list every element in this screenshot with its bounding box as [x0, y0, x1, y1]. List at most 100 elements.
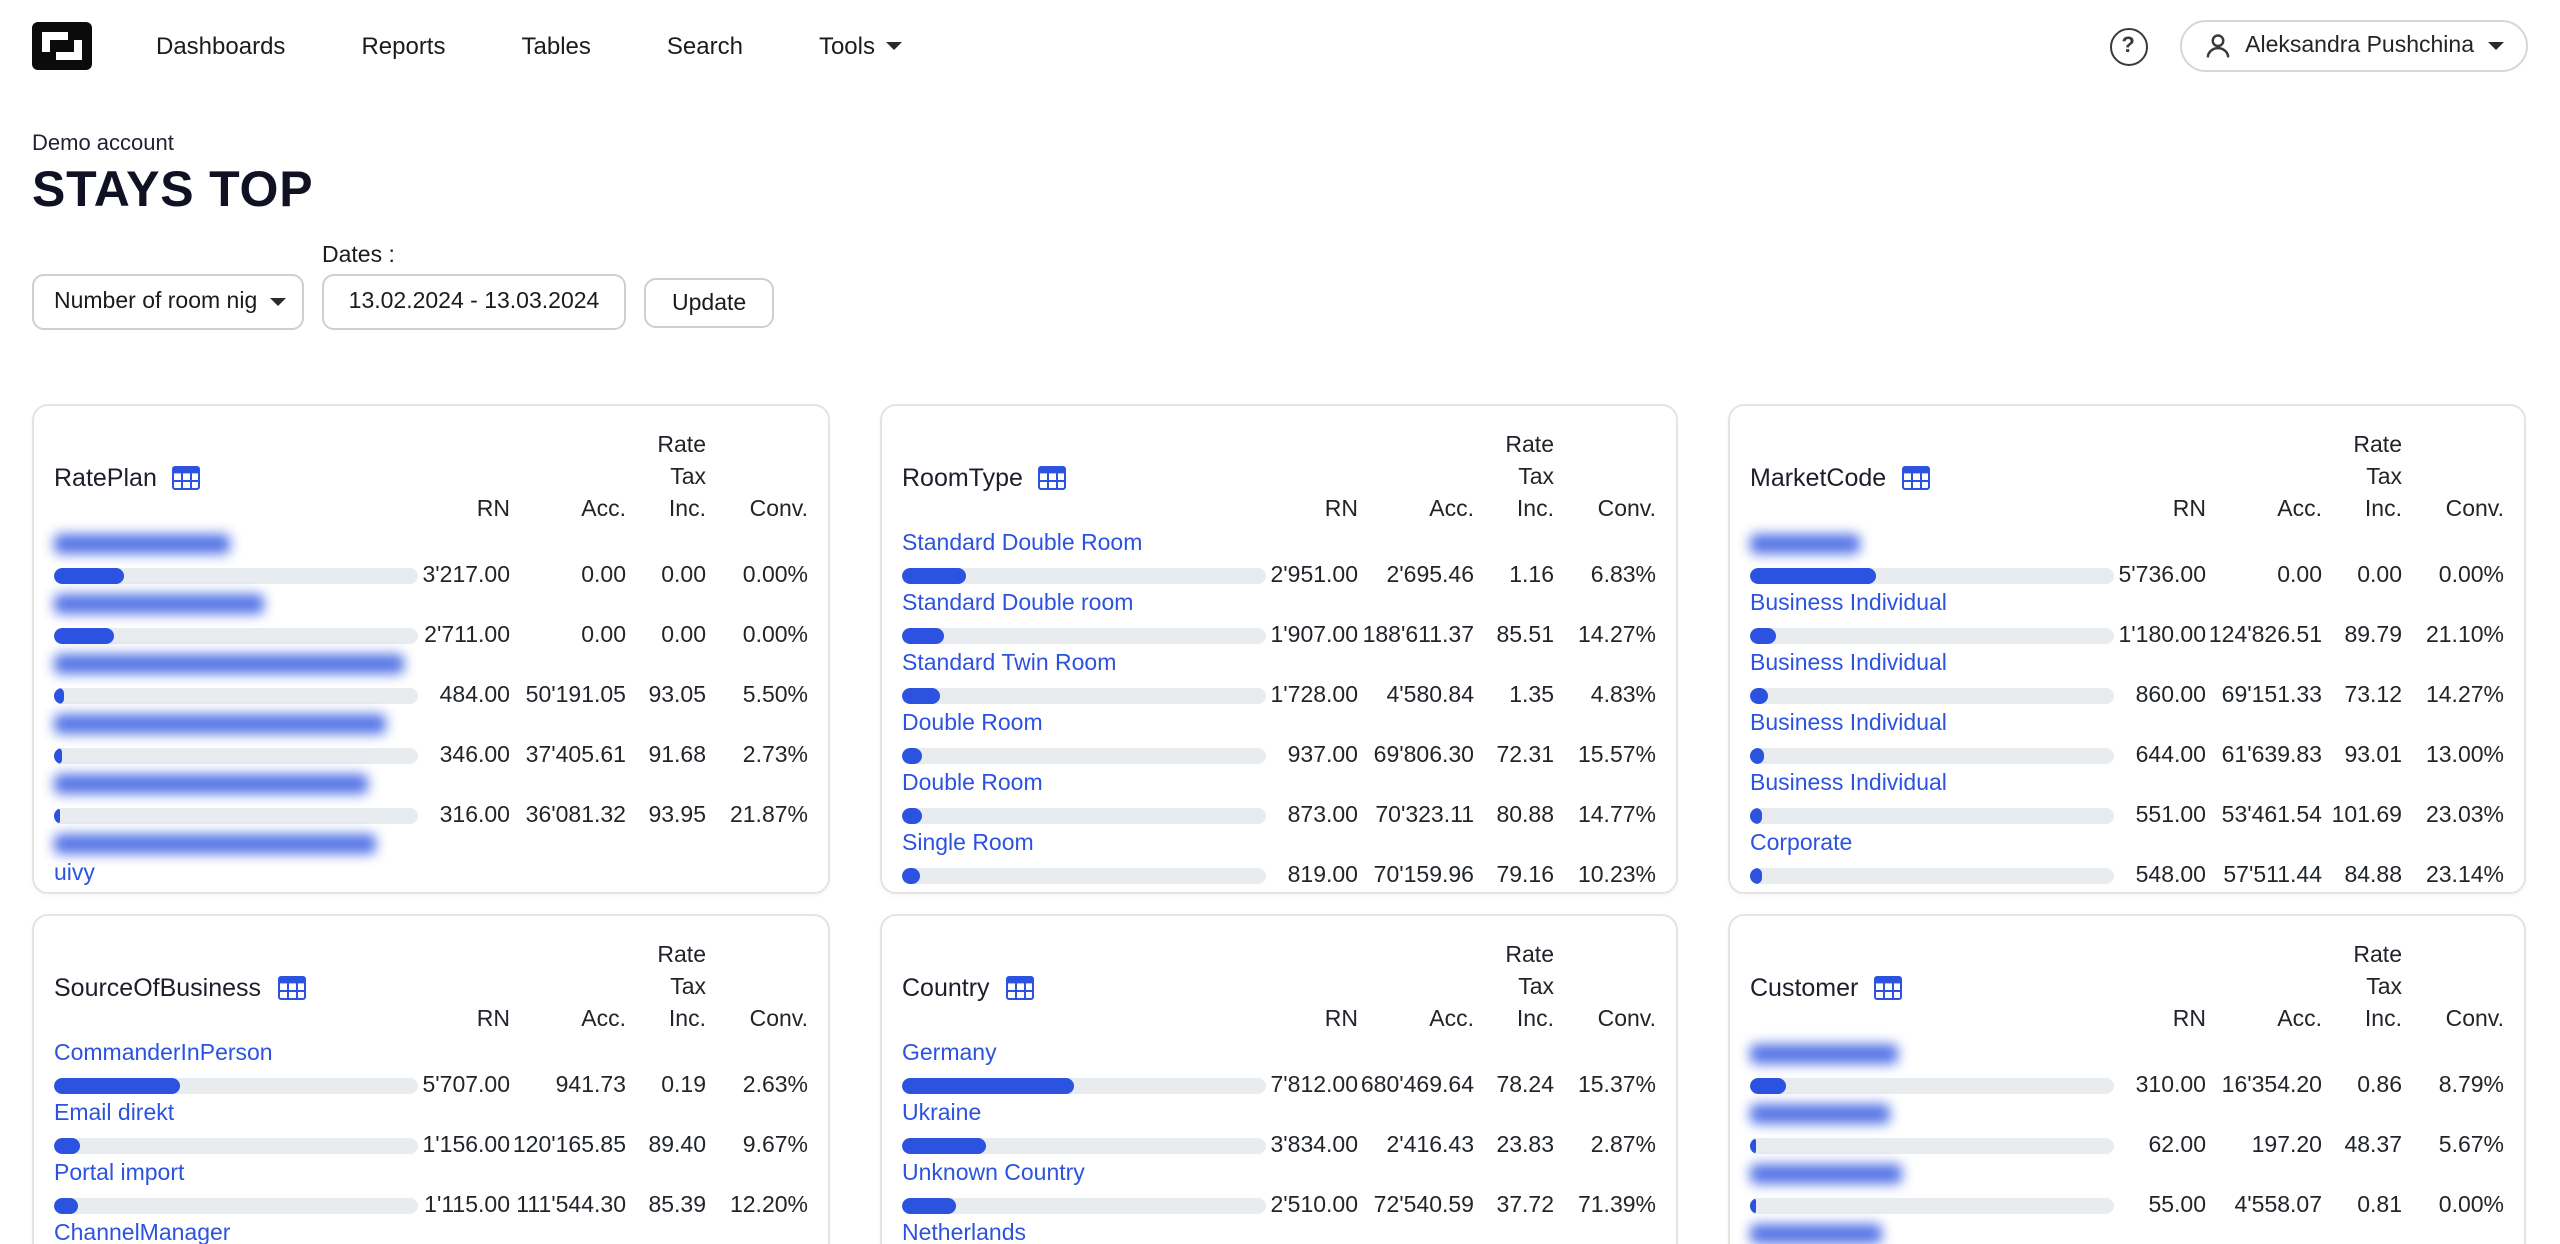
- bar-fill: [902, 1137, 986, 1153]
- value-acc: 69'151.33: [2222, 683, 2322, 707]
- row-values: 2'951.002'695.461.166.83%: [902, 560, 1656, 590]
- row-label-line: Standard Double room: [902, 590, 1656, 620]
- panel-row: Single Room819.0070'159.9679.1610.23%: [902, 830, 1656, 890]
- row-link[interactable]: Standard Twin Room: [902, 650, 1116, 678]
- redacted-link[interactable]: [54, 654, 404, 674]
- bar-track: [54, 1197, 418, 1213]
- panel-roomtype: RoomType Rate Tax RN Acc. Inc.: [880, 404, 1678, 894]
- panel-row: uivy: [54, 830, 808, 894]
- value-rn: 1'728.00: [1270, 683, 1358, 707]
- bar-fill: [902, 1077, 1073, 1093]
- row-link[interactable]: Business Individual: [1750, 650, 1947, 678]
- redacted-link[interactable]: [1750, 1044, 1898, 1064]
- row-link[interactable]: Standard Double Room: [902, 530, 1142, 558]
- value-conv: 0.00%: [743, 623, 808, 647]
- bar-fill: [1750, 867, 1762, 883]
- table-icon[interactable]: [1039, 465, 1067, 489]
- panel-row: 2'711.000.000.000.00%: [54, 590, 808, 650]
- nav-item-search[interactable]: Search: [667, 32, 743, 60]
- bar-cell: [1750, 867, 2118, 883]
- col-header-tax: Tax: [2366, 976, 2402, 1000]
- value-acc: 37'405.61: [526, 743, 626, 767]
- bar-track: [902, 1197, 1266, 1213]
- bar-cell: [902, 567, 1270, 583]
- value-acc: 36'081.32: [526, 803, 626, 827]
- redacted-link[interactable]: [54, 594, 264, 614]
- value-rate-tax-inc: 93.01: [2344, 743, 2402, 767]
- row-link[interactable]: uivy: [54, 860, 95, 888]
- nav-item-label: Tools: [819, 32, 875, 60]
- row-link[interactable]: Double Room: [902, 710, 1043, 738]
- table-icon[interactable]: [1006, 975, 1034, 999]
- bar-fill: [1750, 687, 1769, 703]
- row-link[interactable]: Unknown Country: [902, 1160, 1085, 1188]
- redacted-link[interactable]: [54, 834, 376, 854]
- bar-cell: [1750, 687, 2118, 703]
- row-label-line: Email direkt: [54, 1100, 808, 1130]
- redacted-link[interactable]: [1750, 1224, 1882, 1244]
- metric-select[interactable]: Number of room nights: [32, 274, 304, 330]
- row-link[interactable]: Business Individual: [1750, 710, 1947, 738]
- row-link[interactable]: Standard Double room: [902, 590, 1133, 618]
- col-header-rate: Rate: [1505, 944, 1554, 968]
- row-link[interactable]: ChannelManager: [54, 1220, 230, 1244]
- value-acc: 124'826.51: [2209, 623, 2322, 647]
- row-link[interactable]: Business Individual: [1750, 590, 1947, 618]
- panel-row: Business Individual1'180.00124'826.5189.…: [1750, 590, 2504, 650]
- redacted-link[interactable]: [54, 534, 230, 554]
- value-acc: 57'511.44: [2223, 863, 2322, 887]
- value-rn: 1'180.00: [2118, 623, 2206, 647]
- row-link[interactable]: Single Room: [902, 830, 1034, 858]
- value-conv: 14.27%: [1578, 623, 1656, 647]
- help-icon[interactable]: ?: [2109, 27, 2147, 65]
- redacted-link[interactable]: [54, 774, 368, 794]
- value-rate-tax-inc: 84.88: [2344, 863, 2402, 887]
- row-values: 7'812.00680'469.6478.2415.37%: [902, 1070, 1656, 1100]
- bar-cell: [54, 1197, 422, 1213]
- brand-logo[interactable]: [32, 22, 92, 70]
- value-acc: 69'806.30: [1374, 743, 1474, 767]
- table-icon[interactable]: [1902, 465, 1930, 489]
- top-navbar: Dashboards Reports Tables Search Tools ?…: [0, 0, 2560, 92]
- redacted-link[interactable]: [1750, 534, 1860, 554]
- value-acc: 16'354.20: [2222, 1073, 2322, 1097]
- bar-fill: [54, 1197, 78, 1213]
- bar-fill: [1750, 1137, 1755, 1153]
- bar-cell: [54, 1137, 422, 1153]
- row-label-line: Netherlands: [902, 1220, 1656, 1244]
- panel-row: 3'217.000.000.000.00%: [54, 530, 808, 590]
- bar-cell: [1750, 1197, 2118, 1213]
- user-menu[interactable]: Aleksandra Pushchina: [2179, 20, 2528, 72]
- row-link[interactable]: CommanderInPerson: [54, 1040, 273, 1068]
- row-values: 3'217.000.000.000.00%: [54, 560, 808, 590]
- table-icon[interactable]: [1874, 975, 1902, 999]
- bar-track: [902, 867, 1266, 883]
- row-link[interactable]: Ukraine: [902, 1100, 981, 1128]
- row-link[interactable]: Double Room: [902, 770, 1043, 798]
- nav-item-reports[interactable]: Reports: [361, 32, 445, 60]
- redacted-link[interactable]: [54, 714, 386, 734]
- row-link[interactable]: Business Individual: [1750, 770, 1947, 798]
- value-rn: 310.00: [2136, 1073, 2206, 1097]
- bar-track: [1750, 687, 2114, 703]
- dates-input[interactable]: [322, 274, 626, 330]
- table-icon[interactable]: [277, 975, 305, 999]
- value-conv: 2.73%: [743, 743, 808, 767]
- redacted-link[interactable]: [1750, 1164, 1902, 1184]
- row-link[interactable]: Corporate: [1750, 830, 1852, 858]
- row-link[interactable]: Portal import: [54, 1160, 184, 1188]
- value-rn: 1'115.00: [424, 1193, 510, 1217]
- table-icon[interactable]: [173, 465, 201, 489]
- bar-fill: [902, 687, 940, 703]
- redacted-link[interactable]: [1750, 1104, 1890, 1124]
- row-link[interactable]: Germany: [902, 1040, 997, 1068]
- bar-fill: [54, 1077, 179, 1093]
- row-link[interactable]: Email direkt: [54, 1100, 174, 1128]
- panel-rows: 5'736.000.000.000.00%Business Individual…: [1750, 530, 2504, 890]
- nav-item-dashboards[interactable]: Dashboards: [156, 32, 285, 60]
- row-link[interactable]: Netherlands: [902, 1220, 1026, 1244]
- nav-item-tools[interactable]: Tools: [819, 32, 903, 60]
- value-rate-tax-inc: 37.72: [1496, 1193, 1554, 1217]
- update-button[interactable]: Update: [644, 278, 774, 328]
- nav-item-tables[interactable]: Tables: [522, 32, 591, 60]
